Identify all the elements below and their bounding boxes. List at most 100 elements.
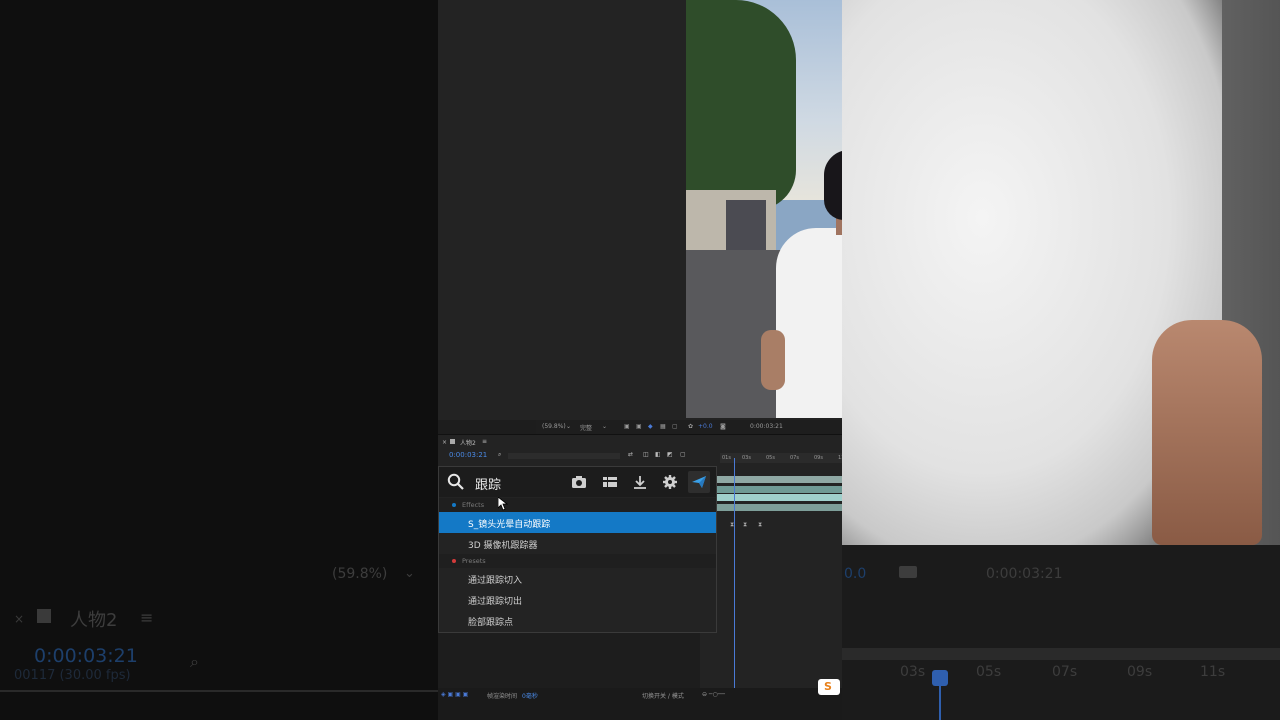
time-ruler[interactable]: 01s 03s 05s 07s 09s 11s [720,453,842,463]
bg-timecode: 0:00:03:21 [34,645,138,667]
chart-icon[interactable]: ▢ [680,451,686,458]
frame-person-arm-left [761,330,785,390]
ruler-tick: 07s [790,455,799,461]
background-left: (59.8%) ⌄ × 人物2 ≡ 0:00:03:21 00117 (30.0… [0,0,438,720]
effects-search-popup: 跟踪 Effects S_镜头光晕自动跟踪 3D 摄像机跟踪器 Presets … [438,466,717,633]
bg-tick-2: 05s [976,664,1002,680]
background-right: 0.0 0:00:03:21 03s 05s 07s 09s 11s [842,0,1280,720]
bg-menu-icon: ≡ [140,608,154,627]
keyframe-icon[interactable]: ⧗ [758,521,762,529]
mouse-cursor-icon [498,497,508,511]
effects-section-label: Effects [462,501,485,509]
comp-color-icon [450,439,455,444]
viewer-toolbar: (59.8%) ⌄ 完整 ⌄ ▣ ▣ ◆ ▦ ▢ ✿ +0.0 ◙ 0:00:0… [536,420,842,434]
ruler-tick: 05s [766,455,775,461]
keyframe-icon[interactable]: ⧗ [743,521,747,529]
after-effects-window: (59.8%) ⌄ 完整 ⌄ ▣ ▣ ◆ ▦ ▢ ✿ +0.0 ◙ 0:00:0… [438,0,842,720]
result-item-face-track-points[interactable]: 脸部跟踪点 [439,610,716,631]
composition-viewer[interactable] [536,0,842,420]
search-input[interactable]: 跟踪 [475,474,501,493]
quality-select[interactable]: 完整 [580,423,592,432]
bg-timecode-small: 00117 (30.00 fps) [14,668,131,683]
effects-section-header: Effects [439,498,716,512]
exposure-icon[interactable]: ✿ [688,423,693,430]
chevron-down-icon[interactable]: ⌄ [566,423,571,430]
result-label: 3D 摄像机跟踪器 [468,541,538,551]
timeline-footer: ◈ ▣ ▣ ▣ 帧渲染时间 0毫秒 切换开关 / 模式 ⊖ ─○── [438,688,842,720]
mask-icon[interactable]: ▣ [636,423,642,430]
video-frame [686,0,842,418]
bg-camera-icon [899,566,917,578]
bg-search-icon: ⌕ [190,652,199,671]
render-time-value: 0毫秒 [522,693,538,700]
search-icon[interactable]: ⌕ [498,451,501,459]
bg-arm [1152,320,1262,545]
bg-playhead-icon [932,670,948,686]
camera-icon[interactable] [571,474,587,490]
ruler-tick: 03s [742,455,751,461]
project-panel [438,0,537,420]
chevron-down-icon[interactable]: ⌄ [602,423,607,430]
exposure-value[interactable]: +0.0 [698,423,713,430]
timeline-comp-name[interactable]: 人物2 [460,438,476,447]
result-label: 通过跟踪切出 [468,597,523,607]
ruler-tick: 11s [838,455,842,461]
render-time-label: 帧渲染时间 [487,693,518,700]
motion-blur-icon[interactable]: ◧ [655,451,661,458]
frame-person-shirt [776,228,842,418]
bg-close-icon: × [14,612,25,626]
bg-timecode-right: 0:00:03:21 [986,566,1063,582]
presets-section-label: Presets [462,557,486,565]
region-icon[interactable]: ▢ [672,423,678,430]
timeline-search-field[interactable] [508,453,620,459]
shy-icon[interactable]: ⇄ [628,451,633,458]
close-icon[interactable]: × [442,439,447,446]
result-label: 通过跟踪切入 [468,576,523,586]
presets-dot-icon [452,559,456,563]
watermark-logo: S [818,679,840,695]
zoom-select[interactable]: (59.8%) [542,423,566,430]
result-item-track-out[interactable]: 通过跟踪切出 [439,589,716,610]
viewer-timecode: 0:00:03:21 [750,423,783,430]
bg-comp-name: 人物2 [70,610,118,631]
send-icon [692,476,706,488]
bg-tick-5: 11s [1200,664,1226,680]
frame-tree-left [686,0,796,210]
ruler-tick: 01s [722,455,731,461]
footer-icons[interactable]: ◈ ▣ ▣ ▣ [441,691,468,698]
effects-dot-icon [452,503,456,507]
bg-ruler [842,648,1280,660]
frame-blend-icon[interactable]: ◫ [643,451,649,458]
graph-editor-icon[interactable]: ◩ [667,451,673,458]
grid-icon[interactable]: ▣ [624,423,630,430]
snapshot-icon[interactable]: ◙ [720,423,726,430]
send-button[interactable] [688,471,710,493]
bg-playhead-line [939,686,941,720]
timeline-timecode[interactable]: 0:00:03:21 [449,451,487,459]
channel-icon[interactable]: ◆ [648,423,653,430]
bg-zoom-label: (59.8%) [332,566,388,582]
gear-icon[interactable] [662,474,678,490]
result-item-3d-camera-tracker[interactable]: 3D 摄像机跟踪器 [439,533,716,554]
bg-tick-4: 09s [1127,664,1153,680]
result-item-track-in[interactable]: 通过跟踪切入 [439,568,716,589]
bg-tick-3: 07s [1052,664,1078,680]
presets-section-header: Presets [439,554,716,568]
bg-chevron-icon: ⌄ [404,566,415,581]
layout-icon[interactable] [602,474,618,490]
download-icon[interactable] [632,474,648,490]
bg-value: 0.0 [844,566,867,582]
timeline-tracks[interactable]: ⧗ ⧗ ⧗ [700,466,842,688]
playhead[interactable] [734,458,735,688]
zoom-slider[interactable]: ⊖ ─○── [702,691,725,698]
toggle-modes-button[interactable]: 切换开关 / 模式 [642,691,684,700]
ruler-tick: 09s [814,455,823,461]
result-item-lens-flare-tracker[interactable]: S_镜头光晕自动跟踪 [439,512,716,533]
bg-square-icon [37,609,51,623]
bg-divider [0,690,438,692]
menu-icon[interactable]: ≡ [482,438,487,445]
result-label: 脸部跟踪点 [468,618,514,628]
search-icon [447,473,464,490]
search-bar[interactable]: 跟踪 [439,467,716,497]
transparency-icon[interactable]: ▦ [660,423,666,430]
